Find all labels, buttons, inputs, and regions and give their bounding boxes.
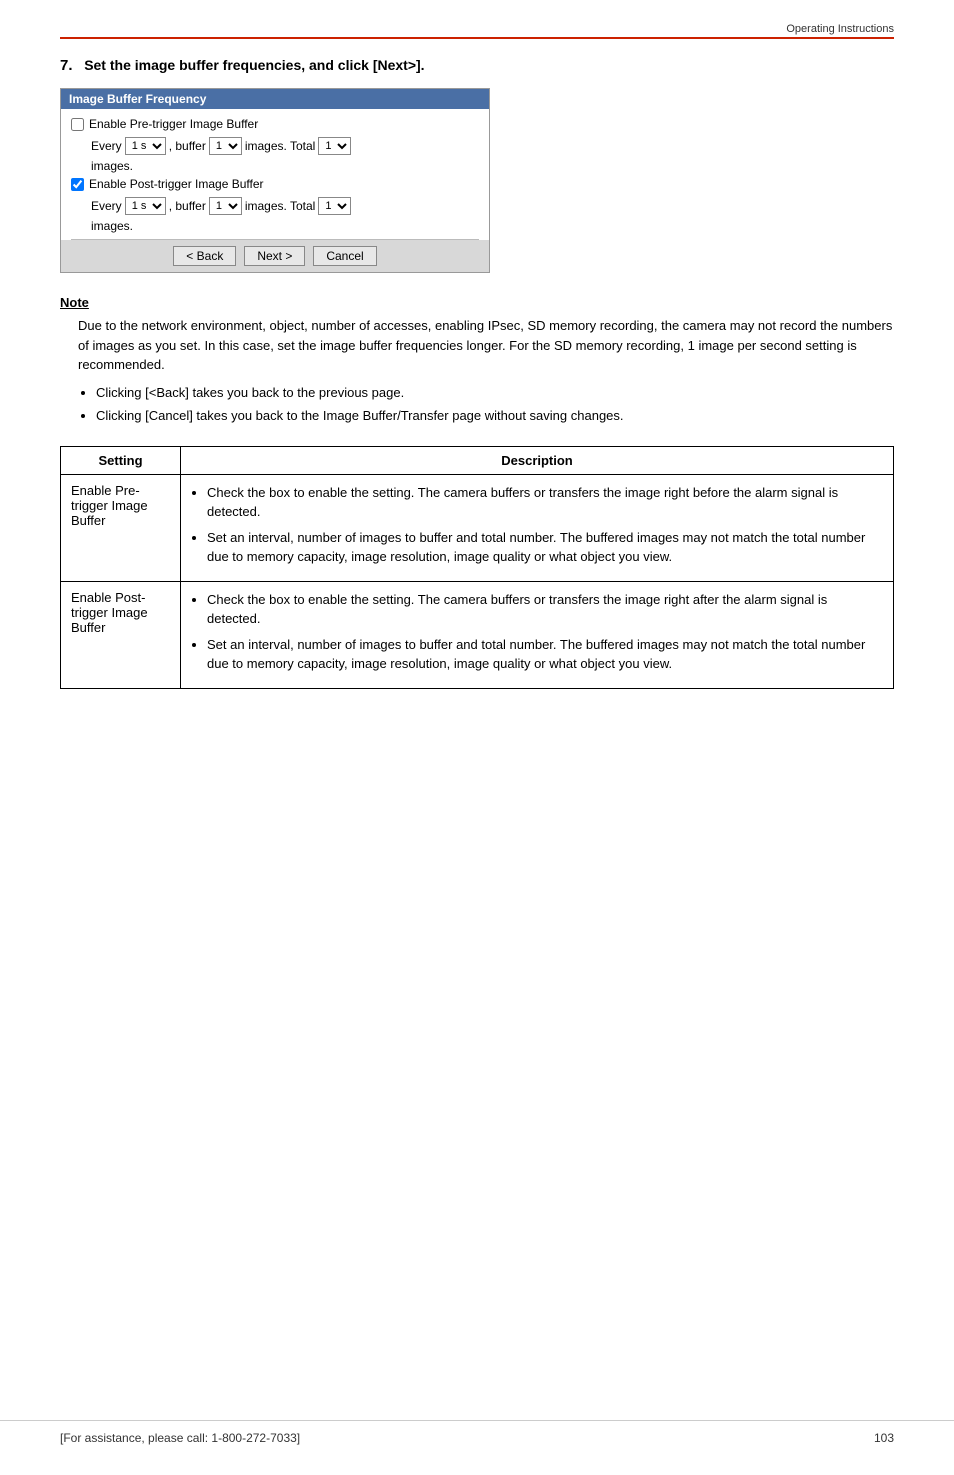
cancel-button[interactable]: Cancel — [313, 246, 376, 266]
post-images-suffix: images. — [91, 219, 133, 233]
step-number: 7. — [60, 57, 73, 74]
setting-pre-trigger: Enable Pre-trigger Image Buffer — [61, 474, 181, 581]
ibf-body: Enable Pre-trigger Image Buffer Every 1 … — [61, 109, 489, 240]
pre-trigger-checkbox[interactable] — [71, 118, 84, 131]
post-images-suffix-row: images. — [71, 219, 479, 233]
pre-buffer-label: , buffer — [169, 139, 206, 153]
post-trigger-label[interactable]: Enable Post-trigger Image Buffer — [71, 177, 264, 191]
post-buffer-select[interactable]: 1 — [209, 197, 242, 215]
description-table: Setting Description Enable Pre-trigger I… — [60, 446, 894, 689]
step-text: Set the image buffer frequencies, and cl… — [84, 57, 424, 73]
bullet-item-1: Clicking [<Back] takes you back to the p… — [96, 383, 894, 403]
pre-trigger-settings: Every 1 s , buffer 1 images. Total 1 — [71, 137, 479, 155]
desc-post-trigger: Check the box to enable the setting. The… — [181, 581, 894, 688]
desc-post-bullet-2: Set an interval, number of images to buf… — [207, 635, 883, 674]
ibf-box: Image Buffer Frequency Enable Pre-trigge… — [60, 88, 490, 273]
post-trigger-checkbox[interactable] — [71, 178, 84, 191]
post-trigger-settings: Every 1 s , buffer 1 images. Total 1 — [71, 197, 479, 215]
setting-post-trigger: Enable Post-trigger Image Buffer — [61, 581, 181, 688]
footer-bar: [For assistance, please call: 1-800-272-… — [0, 1420, 954, 1445]
col-setting: Setting — [61, 446, 181, 474]
post-buffer-label: , buffer — [169, 199, 206, 213]
note-bullets: Clicking [<Back] takes you back to the p… — [96, 383, 894, 426]
pre-images-suffix-row: images. — [71, 159, 479, 173]
table-row: Enable Post-trigger Image Buffer Check t… — [61, 581, 894, 688]
ibf-title: Image Buffer Frequency — [61, 89, 489, 109]
pre-trigger-label[interactable]: Enable Pre-trigger Image Buffer — [71, 117, 258, 131]
pre-trigger-label-text: Enable Pre-trigger Image Buffer — [89, 117, 258, 131]
page-number: 103 — [874, 1431, 894, 1445]
bullet-item-2: Clicking [Cancel] takes you back to the … — [96, 406, 894, 426]
col-description: Description — [181, 446, 894, 474]
pre-every-label: Every — [91, 139, 122, 153]
header-label: Operating Instructions — [786, 23, 894, 35]
post-total-select[interactable]: 1 — [318, 197, 351, 215]
post-every-label: Every — [91, 199, 122, 213]
desc-pre-bullet-1: Check the box to enable the setting. The… — [207, 483, 883, 522]
pre-images-label: images. Total — [245, 139, 315, 153]
next-button[interactable]: Next > — [244, 246, 305, 266]
note-title: Note — [60, 295, 894, 310]
post-images-label: images. Total — [245, 199, 315, 213]
table-header-row: Setting Description — [61, 446, 894, 474]
step-heading: 7. Set the image buffer frequencies, and… — [60, 57, 894, 74]
footer-text: [For assistance, please call: 1-800-272-… — [60, 1431, 300, 1445]
note-section: Note Due to the network environment, obj… — [60, 295, 894, 426]
pre-images-suffix: images. — [91, 159, 133, 173]
pre-trigger-row: Enable Pre-trigger Image Buffer — [71, 117, 479, 131]
desc-pre-trigger: Check the box to enable the setting. The… — [181, 474, 894, 581]
table-row: Enable Pre-trigger Image Buffer Check th… — [61, 474, 894, 581]
back-button[interactable]: < Back — [173, 246, 236, 266]
desc-pre-bullet-2: Set an interval, number of images to buf… — [207, 528, 883, 567]
pre-buffer-select[interactable]: 1 — [209, 137, 242, 155]
note-body: Due to the network environment, object, … — [78, 316, 894, 375]
desc-post-bullet-1: Check the box to enable the setting. The… — [207, 590, 883, 629]
post-every-select[interactable]: 1 s — [125, 197, 166, 215]
pre-total-select[interactable]: 1 — [318, 137, 351, 155]
ibf-footer: < Back Next > Cancel — [61, 240, 489, 272]
pre-every-select[interactable]: 1 s — [125, 137, 166, 155]
post-trigger-row: Enable Post-trigger Image Buffer — [71, 177, 479, 191]
post-trigger-label-text: Enable Post-trigger Image Buffer — [89, 177, 264, 191]
page-container: Operating Instructions 7. Set the image … — [0, 0, 954, 1475]
top-bar: Operating Instructions — [60, 20, 894, 39]
